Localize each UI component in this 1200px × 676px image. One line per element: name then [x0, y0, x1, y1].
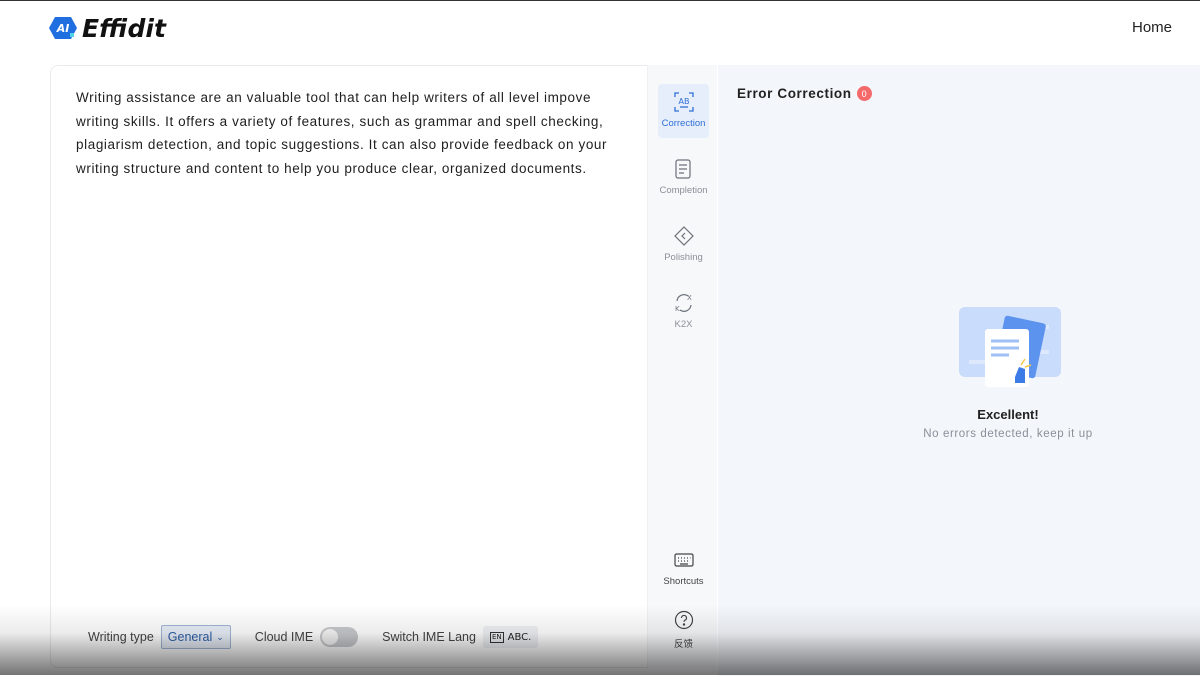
tool-completion[interactable]: Completion [658, 151, 709, 205]
svg-text:AI: AI [56, 22, 70, 35]
ime-lang-value: ABC. [507, 631, 532, 643]
writing-type-label: Writing type [88, 630, 154, 644]
no-errors-illustration-icon [959, 307, 1061, 387]
toggle-knob [322, 629, 339, 645]
correction-icon: AB [674, 92, 694, 112]
completion-icon [675, 159, 691, 179]
tool-correction[interactable]: AB Correction [658, 84, 709, 138]
cloud-ime-toggle[interactable] [320, 627, 359, 647]
editor-card: Writing assistance are an valuable tool … [50, 65, 717, 668]
svg-text:X: X [687, 294, 692, 302]
en-icon: EN [489, 631, 504, 643]
chevron-down-icon: ⌄ [216, 631, 224, 642]
writing-type-value: General [167, 630, 213, 644]
k2x-icon: X K [675, 294, 692, 313]
tool-rail: AB Correction Completion Polishing X K K… [647, 65, 717, 668]
polishing-icon [674, 226, 694, 246]
writing-type-select[interactable]: General ⌄ [160, 625, 231, 649]
home-link[interactable]: Home [1132, 19, 1172, 36]
panel-title: Error Correction 0 [737, 86, 872, 101]
tool-polishing[interactable]: Polishing [658, 218, 709, 272]
error-count-badge: 0 [856, 86, 872, 101]
cloud-ime-label: Cloud IME [254, 630, 314, 644]
tool-label: Shortcuts [663, 576, 704, 587]
tool-label: Completion [659, 185, 708, 196]
switch-ime-lang-label: Switch IME Lang [382, 630, 476, 644]
svg-text:K: K [675, 305, 680, 313]
svg-text:AB: AB [679, 97, 690, 106]
logo-wordmark: Effidit [82, 13, 166, 43]
tool-label: K2X [674, 319, 693, 330]
effidit-logo[interactable]: AI Effidit [49, 13, 166, 43]
tool-k2x[interactable]: X K K2X [658, 285, 709, 339]
ime-lang-button[interactable]: EN ABC. [482, 626, 539, 648]
empty-state-title: Excellent! [977, 407, 1039, 422]
ai-logo-icon: AI [49, 17, 77, 39]
editor-text-area[interactable]: Writing assistance are an valuable tool … [76, 86, 626, 180]
empty-state-subtitle: No errors detected, keep it up [923, 428, 1093, 440]
tool-feedback[interactable]: 反馈 [658, 602, 709, 656]
editor-footer: Writing type General ⌄ Cloud IME Switch … [88, 624, 539, 650]
tool-label: Polishing [664, 252, 703, 263]
panel-title-text: Error Correction [737, 86, 852, 101]
help-icon [674, 610, 694, 630]
tool-label: Correction [661, 118, 706, 129]
error-correction-panel: Error Correction 0 Excellent! No errors … [718, 65, 1200, 676]
tool-label: 反馈 [673, 639, 693, 650]
tool-shortcuts[interactable]: Shortcuts [658, 542, 709, 596]
keyboard-icon [674, 553, 694, 567]
top-header: AI Effidit Home [0, 1, 1200, 57]
